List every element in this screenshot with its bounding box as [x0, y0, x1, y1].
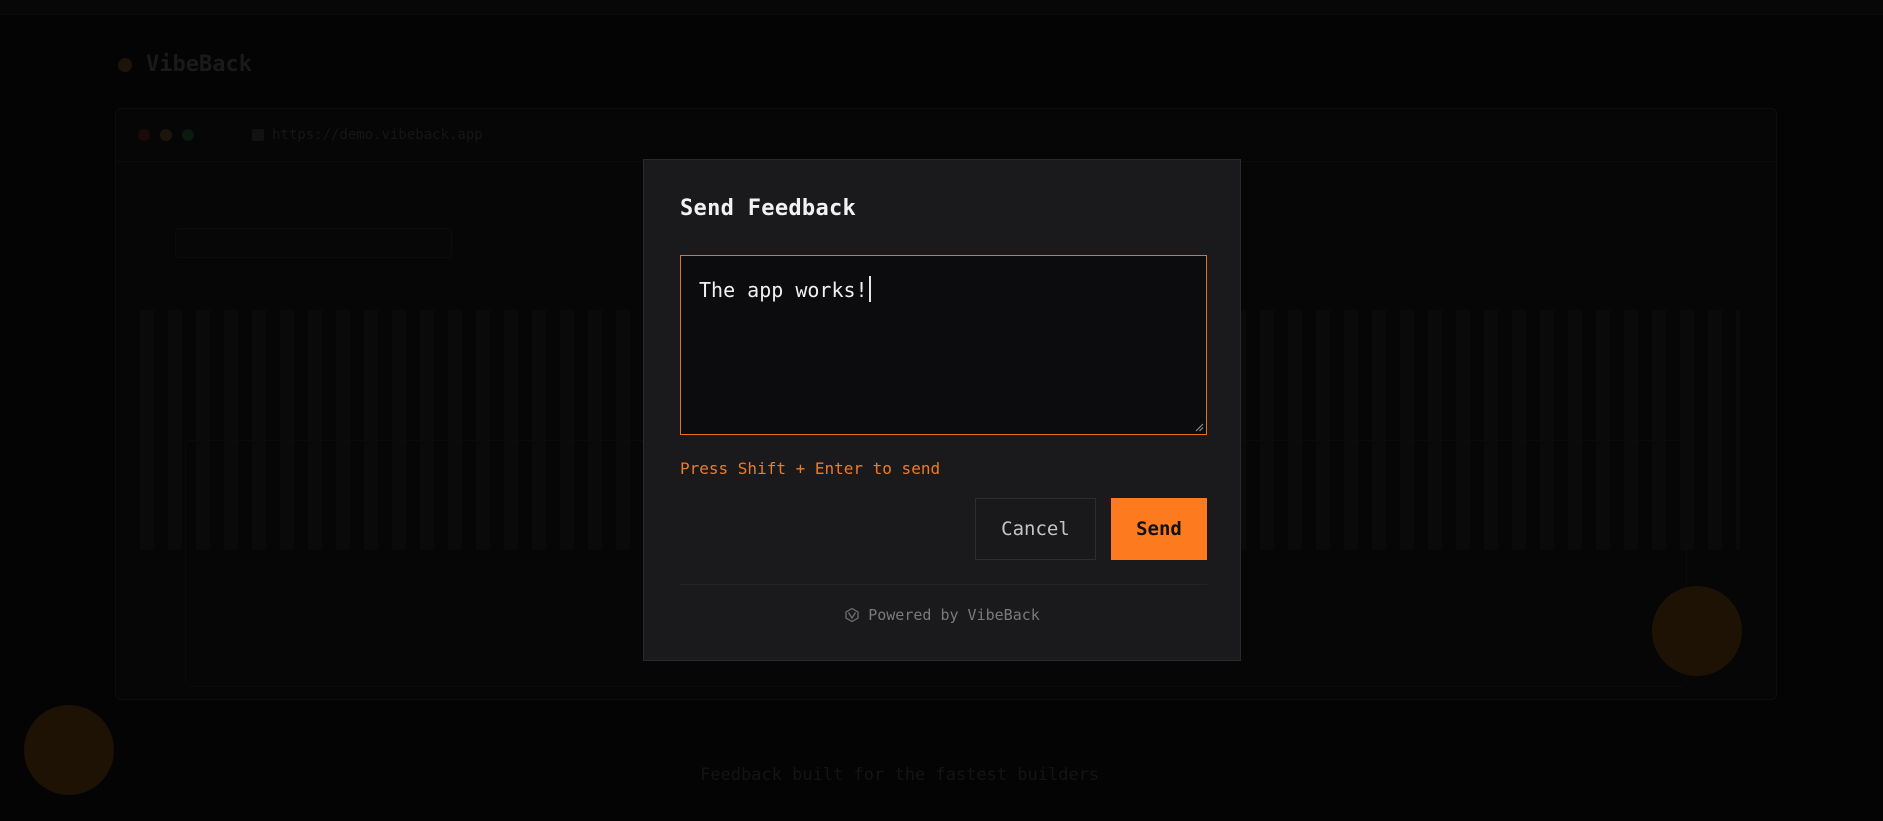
send-shortcut-hint: Press Shift + Enter to send — [680, 459, 941, 478]
feedback-textarea-value: The app works! — [699, 278, 868, 302]
feedback-modal: Send Feedback The app works! Press Shift… — [643, 159, 1241, 661]
modal-divider — [680, 584, 1207, 585]
window-close-dot — [138, 129, 150, 141]
vibeback-logo-icon — [845, 607, 859, 623]
cancel-button[interactable]: Cancel — [975, 498, 1096, 560]
powered-by: Powered by VibeBack — [644, 606, 1240, 624]
page: VibeBack https://demo.vibeback.app Feedb… — [0, 0, 1883, 821]
background-footer: Feedback built for the fastest builders — [700, 765, 1100, 785]
window-minimize-dot — [160, 129, 172, 141]
background-brand-label: VibeBack — [146, 52, 252, 77]
background-feedback-fab-right — [1652, 586, 1742, 676]
background-topbar — [0, 0, 1883, 15]
background-feedback-fab-left — [24, 705, 114, 795]
background-window-bar: https://demo.vibeback.app — [116, 109, 1776, 162]
background-brand: VibeBack — [118, 52, 252, 77]
powered-by-label: Powered by VibeBack — [868, 606, 1040, 624]
window-maximize-dot — [182, 129, 194, 141]
background-url: https://demo.vibeback.app — [252, 127, 483, 143]
lock-icon — [252, 129, 264, 141]
text-cursor — [868, 276, 871, 302]
send-button[interactable]: Send — [1111, 498, 1207, 560]
background-input — [175, 228, 452, 258]
modal-title: Send Feedback — [680, 196, 857, 221]
feedback-textarea[interactable]: The app works! — [680, 255, 1207, 435]
resize-grip-icon[interactable] — [1194, 422, 1204, 432]
background-url-label: https://demo.vibeback.app — [272, 127, 483, 143]
brand-logo-icon — [118, 57, 132, 72]
